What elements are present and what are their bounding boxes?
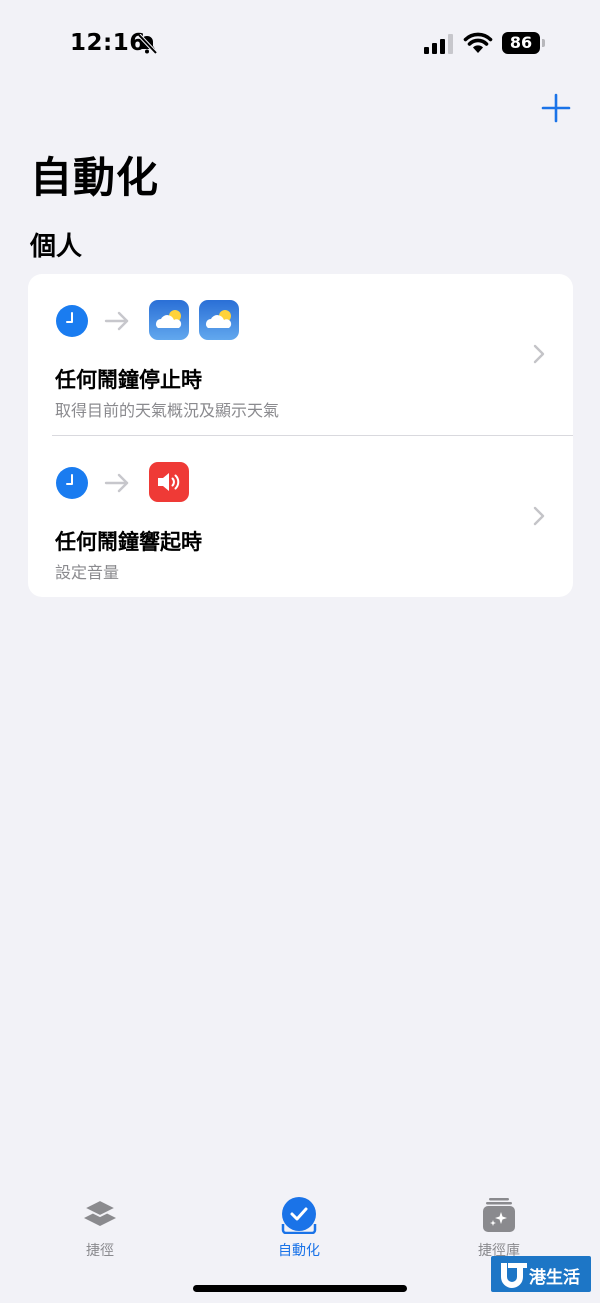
layers-icon [81,1198,119,1226]
tab-label: 捷徑 [86,1243,114,1259]
weather-app-icon [149,300,189,340]
home-indicator [193,1285,407,1292]
battery-cap [542,39,545,47]
checkmark-circle-icon [281,1197,317,1234]
arrow-right-icon [104,311,129,331]
arrow-right-icon [104,473,129,493]
status-time: 12:16 [70,30,146,56]
chevron-right-icon [533,506,545,526]
battery-indicator: 86 [502,32,546,54]
tab-automation[interactable]: 自動化 [239,1196,359,1276]
cellular-signal-icon [424,34,453,54]
tab-label: 自動化 [278,1243,320,1259]
automation-title: 任何鬧鐘停止時 [55,368,202,392]
bell-slash-icon [137,34,158,54]
plus-icon[interactable] [540,92,572,124]
battery-level: 86 [502,32,540,54]
chevron-right-icon [533,344,545,364]
status-bar: 12:16 86 [0,0,600,90]
automation-list: 任何鬧鐘停止時 取得目前的天氣概況及顯示天氣 任何鬧鐘響起時 設定音量 [28,274,573,597]
automation-row-alarm-goes-off[interactable]: 任何鬧鐘響起時 設定音量 [28,436,573,597]
watermark-text: 港生活 [529,1268,580,1288]
gallery-sparkle-icon [483,1198,515,1232]
watermark-logo-icon [501,1263,527,1288]
tab-shortcuts[interactable]: 捷徑 [40,1196,160,1276]
automation-row-alarm-stops[interactable]: 任何鬧鐘停止時 取得目前的天氣概況及顯示天氣 [28,274,573,435]
watermark: 港生活 [491,1256,591,1292]
weather-app-icon [199,300,239,340]
wifi-icon [463,32,493,53]
clock-icon [56,305,88,337]
automation-subtitle: 取得目前的天氣概況及顯示天氣 [55,401,280,420]
automation-subtitle: 設定音量 [55,563,120,582]
automation-title: 任何鬧鐘響起時 [55,530,202,554]
clock-icon [56,467,88,499]
section-title: 個人 [30,232,83,262]
volume-app-icon [149,462,189,502]
page-title: 自動化 [30,153,160,202]
